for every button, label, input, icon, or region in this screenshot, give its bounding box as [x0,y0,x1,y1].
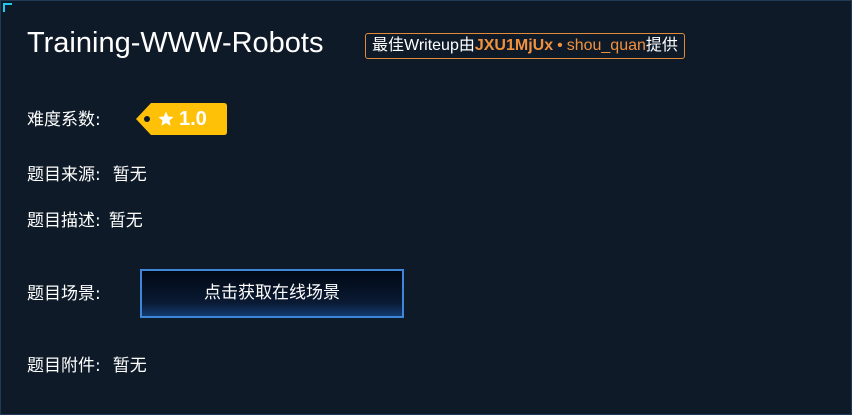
corner-bracket [3,3,12,12]
writeup-user-second[interactable]: shou_quan [567,37,646,54]
difficulty-badge: 1.0 [135,102,228,136]
get-online-scene-button[interactable]: 点击获取在线场景 [140,269,404,318]
attachment-value: 暂无 [112,356,147,376]
description-row: 题目描述: 暂无 [27,209,143,233]
source-label: 题目来源: [27,165,101,185]
scene-label: 题目场景: [27,284,101,304]
source-row: 题目来源: 暂无 [27,163,147,187]
writeup-separator: • [557,37,563,54]
writeup-prefix: 最佳Writeup由 [372,37,475,54]
source-value: 暂无 [112,165,147,185]
attachment-label: 题目附件: [27,356,101,376]
difficulty-value: 1.0 [179,108,207,130]
attachment-row: 题目附件: 暂无 [27,354,147,378]
star-icon [158,111,174,126]
writeup-suffix: 提供 [645,37,678,54]
description-value: 暂无 [108,211,143,231]
writeup-user-main[interactable]: JXU1MjUx [475,37,553,54]
scene-row: 题目场景: [27,282,101,306]
difficulty-label: 难度系数: [27,110,101,130]
best-writeup-badge: 最佳Writeup由JXU1MjUx • shou_quan提供 [365,33,685,59]
difficulty-row: 难度系数: [27,108,101,132]
description-label: 题目描述: [27,211,101,231]
challenge-panel: Training-WWW-Robots 最佳Writeup由JXU1MjUx • s… [0,0,852,415]
challenge-title: Training-WWW-Robots [27,27,324,59]
